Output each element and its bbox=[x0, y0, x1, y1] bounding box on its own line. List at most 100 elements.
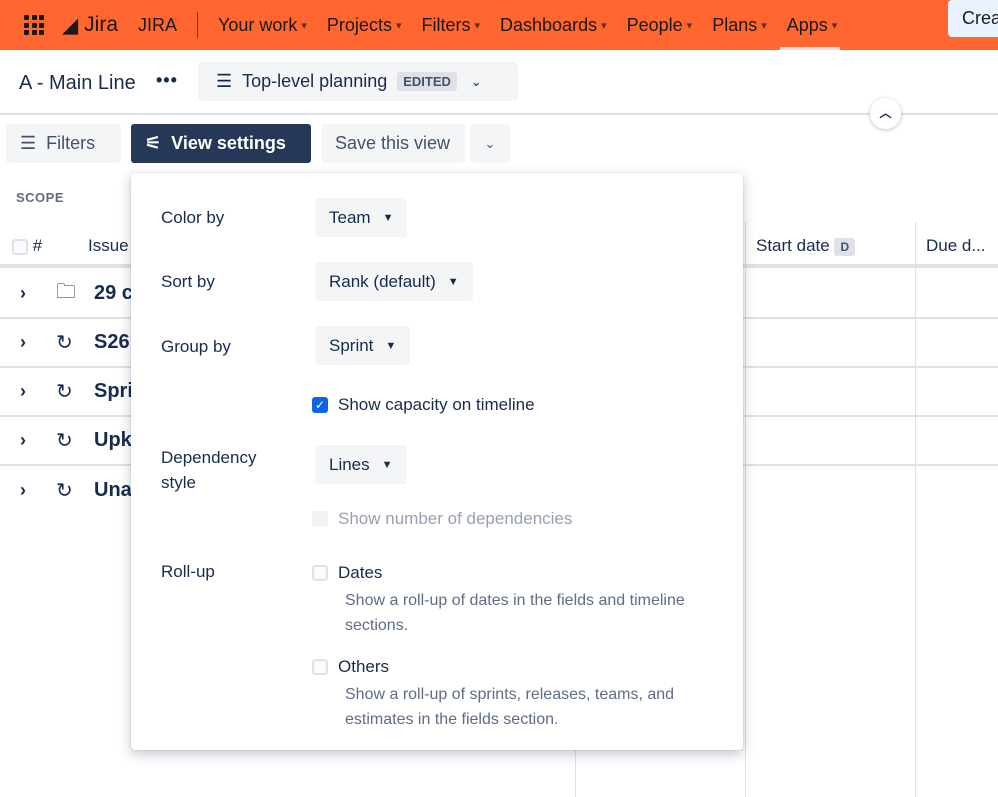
row-label: 29 c bbox=[94, 282, 133, 304]
view-settings-button[interactable]: ⚟ View settings bbox=[131, 124, 311, 163]
nav-dashboards[interactable]: Dashboards ▾ bbox=[500, 15, 607, 36]
row-label: Una bbox=[94, 479, 132, 501]
save-view-button[interactable]: Save this view bbox=[321, 124, 465, 163]
dependency-style-select[interactable]: Lines ▼ bbox=[315, 445, 407, 484]
view-settings-label: View settings bbox=[171, 133, 286, 153]
col-hash: # bbox=[32, 236, 43, 255]
sort-by-label: Sort by bbox=[161, 272, 215, 291]
filters-label: Filters bbox=[46, 133, 96, 153]
site-name[interactable]: JIRA bbox=[138, 15, 177, 36]
header-divider bbox=[0, 113, 998, 115]
sliders-icon: ⚟ bbox=[145, 133, 162, 153]
save-view-label: Save this view bbox=[335, 133, 451, 153]
chevron-down-icon: ▾ bbox=[395, 19, 402, 32]
nav-people[interactable]: People ▾ bbox=[627, 15, 693, 36]
select-all-checkbox[interactable]: # bbox=[12, 236, 42, 256]
rollup-label: Roll-up bbox=[161, 562, 215, 581]
nav-projects[interactable]: Projects ▾ bbox=[327, 15, 402, 36]
jira-logo-icon: ◢ bbox=[62, 13, 79, 37]
checkmark-icon: ✓ bbox=[312, 397, 328, 413]
expand-icon[interactable]: › bbox=[20, 283, 40, 304]
sprint-icon: ↻ bbox=[56, 381, 73, 403]
nav-label: People bbox=[626, 14, 683, 35]
column-divider bbox=[915, 222, 916, 797]
view-name: Top-level planning bbox=[242, 71, 388, 91]
col-due-date[interactable]: Due d... bbox=[926, 236, 986, 256]
sprint-icon: ↻ bbox=[56, 430, 73, 452]
chevron-down-icon: ▾ bbox=[761, 19, 767, 32]
dependency-style-label: Dependency style bbox=[161, 448, 257, 492]
select-value: Rank (default) bbox=[329, 271, 436, 291]
chevron-down-icon: ▼ bbox=[382, 211, 394, 224]
row-label: S26 bbox=[94, 331, 130, 353]
view-selector[interactable]: ☰ Top-level planning EDITED ⌄ bbox=[198, 62, 518, 101]
sprint-icon: ↻ bbox=[56, 332, 73, 354]
expand-icon[interactable]: › bbox=[20, 381, 40, 402]
app-switcher-icon[interactable] bbox=[24, 15, 44, 35]
chevron-down-icon: ▼ bbox=[447, 275, 459, 288]
chevron-down-icon: ⌄ bbox=[484, 135, 496, 151]
nav-label: Plans bbox=[712, 14, 758, 35]
col-issue[interactable]: Issue bbox=[88, 236, 129, 256]
expand-icon[interactable]: › bbox=[20, 332, 40, 353]
chevron-down-icon: ▾ bbox=[301, 19, 307, 32]
site-label: JIRA bbox=[138, 14, 178, 35]
sprint-icon: ↻ bbox=[56, 480, 73, 502]
date-badge: D bbox=[834, 238, 856, 256]
nav-label: Dashboards bbox=[500, 14, 598, 35]
expand-icon[interactable]: › bbox=[20, 430, 40, 451]
scope-label: SCOPE bbox=[16, 190, 65, 205]
nav-divider bbox=[197, 12, 199, 38]
nav-label: Your work bbox=[218, 14, 298, 35]
edited-badge: EDITED bbox=[397, 72, 457, 91]
product-name: Jira bbox=[84, 13, 118, 36]
chevron-down-icon: ▾ bbox=[601, 19, 607, 32]
nav-apps[interactable]: Apps ▾ bbox=[787, 15, 838, 36]
filter-icon: ☰ bbox=[20, 133, 37, 153]
rollup-dates-checkbox[interactable]: Dates bbox=[312, 563, 382, 583]
checkbox-label: Show capacity on timeline bbox=[338, 395, 535, 414]
more-actions-icon[interactable]: ••• bbox=[156, 70, 178, 91]
checkbox-box bbox=[312, 511, 328, 527]
nav-plans[interactable]: Plans ▾ bbox=[712, 15, 767, 36]
nav-label: Apps bbox=[786, 14, 828, 35]
color-by-label: Color by bbox=[161, 208, 225, 227]
rollup-others-description: Show a roll-up of sprints, releases, tea… bbox=[345, 686, 675, 728]
expand-icon[interactable]: › bbox=[20, 480, 40, 501]
nav-label: Filters bbox=[421, 14, 471, 35]
row-label: Upk bbox=[94, 429, 132, 451]
chevron-down-icon: ▾ bbox=[686, 19, 693, 32]
nav-your-work[interactable]: Your work ▾ bbox=[218, 15, 307, 36]
group-by-select[interactable]: Sprint ▼ bbox=[315, 326, 411, 365]
col-start-label: Start date bbox=[756, 236, 830, 255]
col-start-date[interactable]: Start date D bbox=[756, 236, 856, 256]
folder-icon: 🗀 bbox=[56, 280, 76, 303]
chevron-down-icon: ⌄ bbox=[470, 73, 482, 89]
column-divider bbox=[745, 222, 746, 797]
sort-by-select[interactable]: Rank (default) ▼ bbox=[315, 262, 473, 301]
nav-label: Projects bbox=[326, 14, 392, 35]
show-capacity-checkbox[interactable]: ✓ Show capacity on timeline bbox=[312, 395, 535, 415]
rollup-others-checkbox[interactable]: Others bbox=[312, 657, 389, 677]
top-nav: ◢ Jira JIRA Your work ▾ Projects ▾ Filters ▾… bbox=[0, 0, 998, 50]
select-value: Team bbox=[329, 207, 371, 227]
plan-title: A - Main Line bbox=[19, 72, 136, 94]
checkbox-label: Show number of dependencies bbox=[338, 509, 573, 528]
chevron-down-icon: ▾ bbox=[831, 19, 838, 32]
checkbox-box bbox=[312, 659, 328, 675]
create-button[interactable]: Create bbox=[948, 0, 998, 37]
active-nav-indicator bbox=[780, 47, 840, 50]
collapse-header-button[interactable]: ︿ bbox=[870, 98, 901, 129]
chevron-down-icon: ▼ bbox=[385, 339, 397, 352]
jira-logo[interactable]: ◢ Jira bbox=[62, 13, 118, 38]
checkbox-label: Others bbox=[338, 657, 390, 676]
row-label: Spri bbox=[94, 380, 133, 402]
rollup-dates-description: Show a roll-up of dates in the fields an… bbox=[345, 592, 685, 634]
nav-filters[interactable]: Filters ▾ bbox=[421, 15, 480, 36]
save-options-button[interactable]: ⌄ bbox=[470, 124, 510, 163]
color-by-select[interactable]: Team ▼ bbox=[315, 198, 408, 237]
show-dependency-count-checkbox[interactable]: Show number of dependencies bbox=[312, 509, 572, 529]
filters-button[interactable]: ☰ Filters bbox=[6, 124, 121, 163]
view-icon: ☰ bbox=[216, 71, 233, 91]
chevron-down-icon: ▾ bbox=[474, 19, 481, 32]
